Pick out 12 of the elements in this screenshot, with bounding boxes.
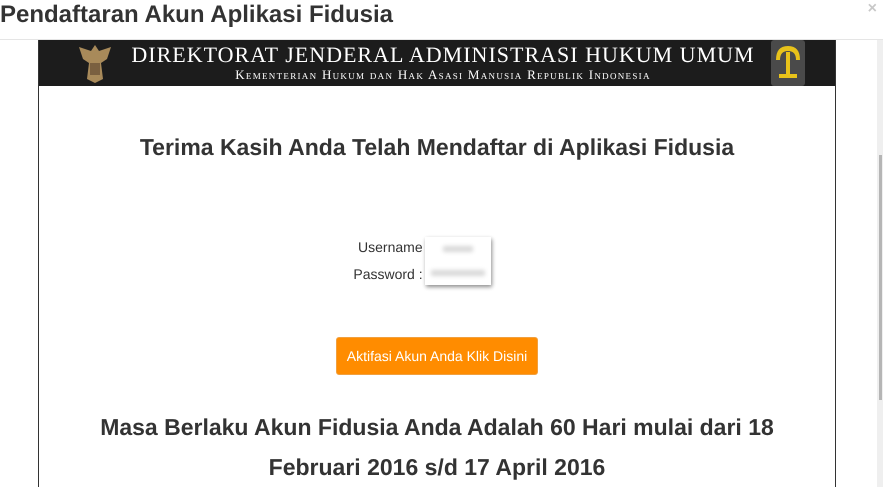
validity-text: Masa Berlaku Akun Fidusia Anda Adalah 60 Hari mulai dari 18 Februari 2016 s/d 17 April 2016 — [99, 413, 775, 482]
banner-title: DIREKTORAT JENDERAL ADMINISTRASI HUKUM UMUM — [131, 43, 755, 67]
scrollbar[interactable] — [877, 40, 883, 487]
banner-subtitle: Kementerian Hukum dan Hak Asasi Manusia Republik Indonesia — [235, 67, 651, 83]
credential-label: Username — [358, 239, 423, 256]
emblem-icon — [771, 40, 805, 86]
close-button[interactable]: × — [868, 0, 877, 18]
activate-button[interactable]: Aktifasi Akun Anda Klik Disini — [336, 337, 538, 375]
heading: Terima Kasih Anda Telah Mendaftar di Aplikasi Fidusia — [140, 134, 734, 161]
dialog-title: Pendaftaran Akun Aplikasi Fidusia — [0, 0, 393, 30]
blurred-credentials — [424, 237, 491, 285]
credential-label: Password : — [353, 266, 423, 283]
